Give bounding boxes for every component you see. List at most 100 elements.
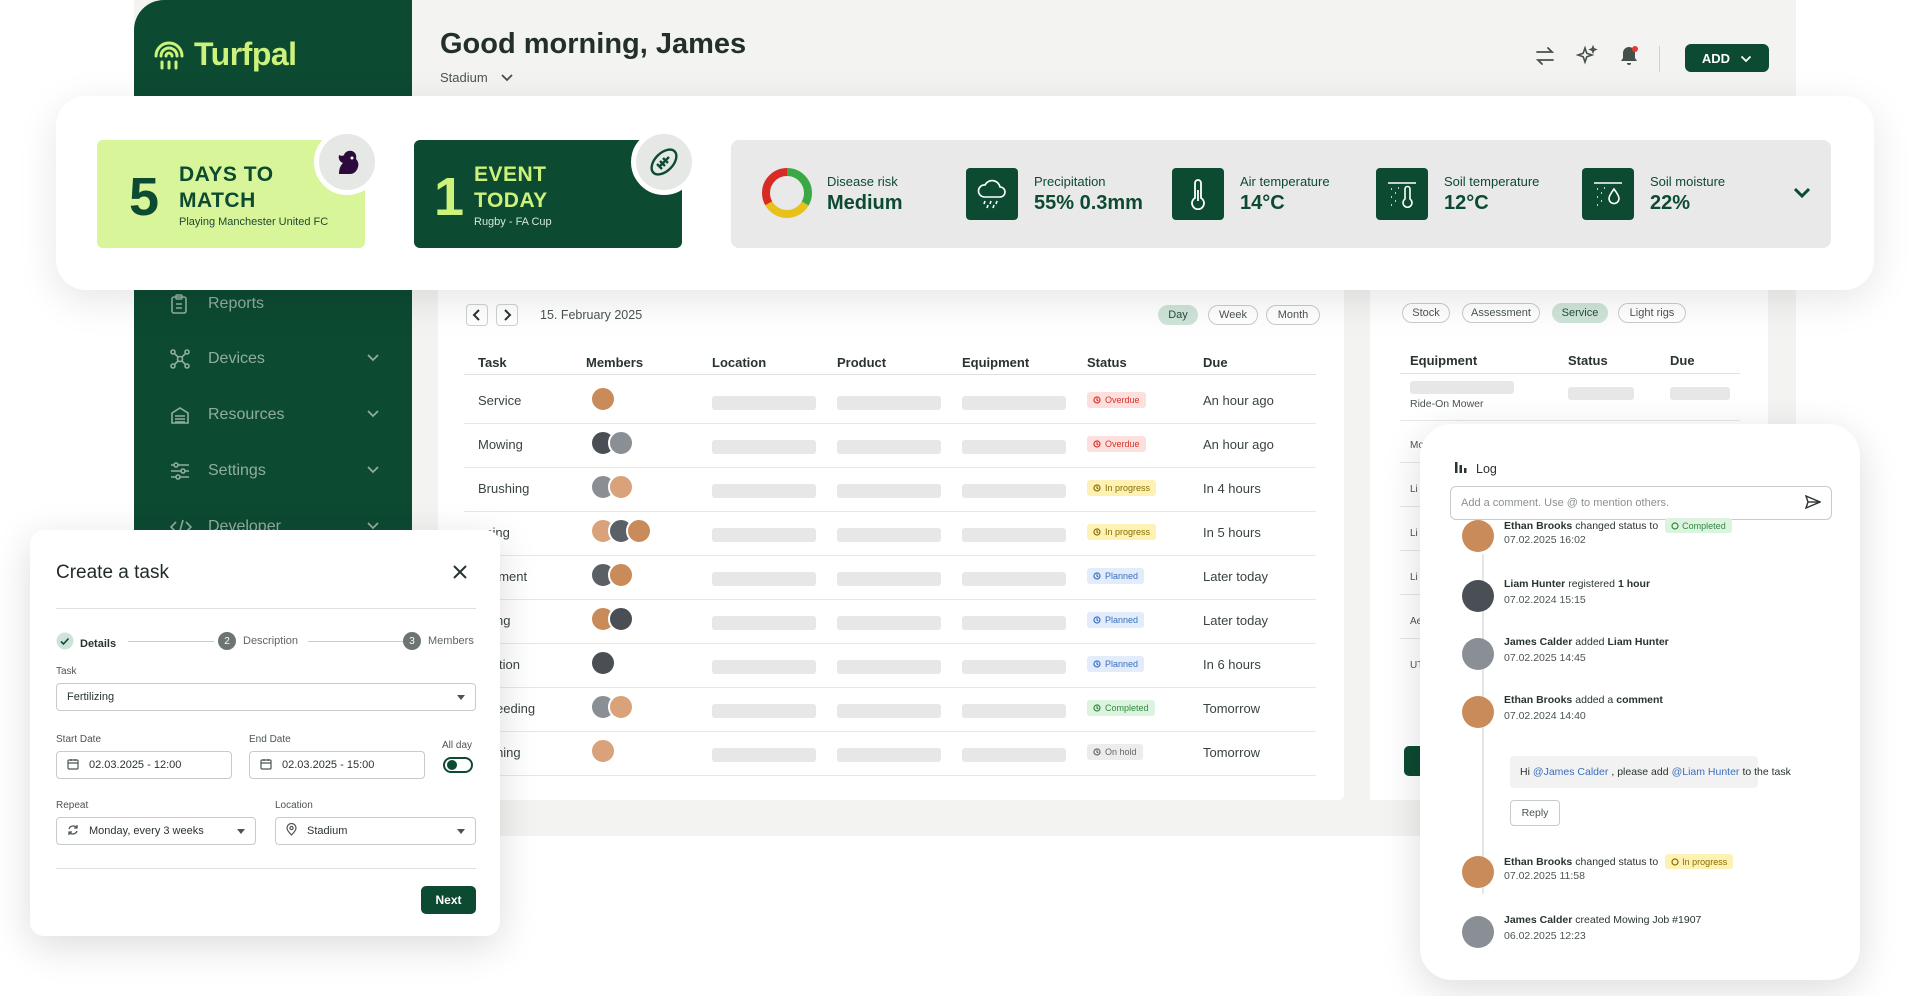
- avatar: [608, 430, 634, 456]
- create-task-modal: Create a task Details 2 Description 3 Me…: [30, 530, 500, 936]
- table-row[interactable]: ilizingPlannedLater today: [464, 598, 1316, 644]
- table-row[interactable]: Brushing In progress In 4 hours: [464, 466, 1316, 512]
- location-select[interactable]: Stadium: [275, 817, 476, 845]
- equipment-placeholder: [962, 484, 1066, 498]
- avatar: [1462, 520, 1494, 552]
- step-members[interactable]: 3 Members: [403, 632, 474, 650]
- view-day-button[interactable]: Day: [1158, 305, 1198, 325]
- log-entry-line: Ethan Brooks changed status to In progress: [1504, 854, 1734, 869]
- comment-text: Hi: [1520, 766, 1530, 778]
- column-header-members[interactable]: Members: [586, 355, 643, 370]
- sidebar-item-devices[interactable]: Devices: [170, 346, 380, 372]
- table-row[interactable]: essment Planned Later today: [464, 554, 1316, 600]
- all-day-toggle[interactable]: [443, 757, 473, 773]
- sidebar-item-label: Reports: [208, 295, 265, 312]
- log-action: changed status to: [1575, 855, 1659, 868]
- equipment-tab-assessment[interactable]: Assessment: [1462, 303, 1540, 323]
- next-day-button[interactable]: [496, 304, 518, 326]
- table-row[interactable]: pectionPlannedIn 6 hours: [464, 642, 1316, 688]
- status-icon: [1093, 440, 1101, 448]
- status-label: In progress: [1105, 483, 1151, 493]
- log-entry-line: Liam Hunter registered 1 hour: [1504, 578, 1650, 590]
- due-text: In 4 hours: [1203, 481, 1261, 496]
- notification-bell-icon[interactable]: [1617, 44, 1643, 70]
- comment-input[interactable]: Add a comment. Use @ to mention others.: [1450, 486, 1832, 520]
- status-icon: [1093, 616, 1101, 624]
- end-date-label: End Date: [249, 734, 291, 745]
- task-name: Service: [478, 393, 522, 408]
- weather-strip: Disease risk Medium Precipitation 55% 0.…: [731, 140, 1831, 248]
- product-placeholder: [837, 528, 941, 542]
- divider: [56, 608, 476, 609]
- equipment-tab-light-rigs[interactable]: Light rigs: [1618, 303, 1686, 323]
- view-month-button[interactable]: Month: [1266, 305, 1320, 325]
- column-header-equipment[interactable]: Equipment: [962, 355, 1029, 370]
- card-title-line2: TODAY: [474, 189, 548, 212]
- column-header-due[interactable]: Due: [1203, 355, 1228, 370]
- step-details[interactable]: Details: [56, 632, 116, 655]
- column-header-location[interactable]: Location: [712, 355, 766, 370]
- status-icon: [1093, 528, 1101, 536]
- table-row[interactable]: Service Overdue An hour ago: [464, 378, 1316, 424]
- sparkle-icon[interactable]: [1575, 44, 1601, 70]
- mention-link[interactable]: @Liam Hunter: [1672, 766, 1740, 778]
- status-icon: [1093, 484, 1101, 492]
- status-badge: In progress: [1087, 524, 1157, 540]
- reply-button[interactable]: Reply: [1510, 800, 1560, 826]
- task-name: Brushing: [478, 481, 530, 496]
- equipment-tab-stock[interactable]: Stock: [1402, 303, 1450, 323]
- mention-link[interactable]: @James Calder: [1533, 766, 1608, 778]
- column-header-status[interactable]: Status: [1087, 355, 1127, 370]
- step-description[interactable]: 2 Description: [218, 632, 298, 650]
- previous-day-button[interactable]: [466, 304, 488, 326]
- placeholder-bar: [1410, 381, 1514, 394]
- task-select[interactable]: Fertilizing: [56, 683, 476, 711]
- divider: [56, 868, 476, 869]
- status-label: Overdue: [1105, 439, 1140, 449]
- repeat-select[interactable]: Monday, every 3 weeks: [56, 817, 256, 845]
- user-name: Ethan Brooks: [1504, 694, 1573, 706]
- weather-value: 14°C: [1240, 192, 1285, 214]
- sidebar-item-label: Devices: [208, 350, 265, 367]
- sidebar-item-resources[interactable]: Resources: [170, 402, 380, 428]
- due-text: Tomorrow: [1203, 745, 1261, 760]
- thermometer-icon: [1172, 168, 1224, 220]
- next-button[interactable]: Next: [421, 886, 476, 914]
- table-row[interactable]: erseeding Completed Tomorrow: [464, 686, 1316, 732]
- start-date-input[interactable]: 02.03.2025 - 12:00: [56, 751, 232, 779]
- equipment-placeholder: [962, 396, 1066, 410]
- app-logo[interactable]: Turfpal: [152, 36, 297, 73]
- equipment-placeholder: [962, 440, 1066, 454]
- log-date: 07.02.2025 16:02: [1504, 534, 1586, 546]
- product-placeholder: [837, 660, 941, 674]
- switch-icon[interactable]: [1533, 44, 1559, 70]
- equipment-column-due[interactable]: Due: [1670, 353, 1695, 368]
- start-date-label: Start Date: [56, 734, 102, 745]
- expand-weather-chevron-icon[interactable]: [1793, 186, 1811, 204]
- equipment-column-status[interactable]: Status: [1568, 353, 1608, 368]
- venue-selector[interactable]: Stadium: [440, 70, 514, 85]
- status-badge: Planned: [1087, 656, 1145, 672]
- modal-title: Create a task: [56, 562, 169, 583]
- table-row[interactable]: uumingOn holdTomorrow: [464, 730, 1316, 776]
- equipment-column-equipment[interactable]: Equipment: [1410, 353, 1477, 368]
- check-circle-icon: [56, 632, 74, 655]
- add-button[interactable]: ADD: [1685, 44, 1769, 72]
- end-date-input[interactable]: 02.03.2025 - 15:00: [249, 751, 425, 779]
- card-title-line1: EVENT: [474, 163, 547, 186]
- premier-league-lion-icon: [314, 129, 380, 195]
- sidebar-item-settings[interactable]: Settings: [170, 458, 380, 484]
- step-connector: [128, 641, 214, 642]
- close-icon[interactable]: [452, 564, 468, 585]
- column-header-product[interactable]: Product: [837, 355, 886, 370]
- table-row[interactable]: aningIn progressIn 5 hours: [464, 510, 1316, 556]
- start-date-value: 02.03.2025 - 12:00: [89, 759, 182, 771]
- table-row[interactable]: Mowing Overdue An hour ago: [464, 422, 1316, 468]
- sidebar-item-reports[interactable]: Reports: [170, 291, 380, 317]
- precipitation-block: Precipitation 55% 0.3mm: [1034, 174, 1143, 215]
- equipment-tab-service[interactable]: Service: [1552, 303, 1608, 323]
- view-week-button[interactable]: Week: [1208, 305, 1258, 325]
- column-header-task[interactable]: Task: [478, 355, 507, 370]
- send-icon[interactable]: [1804, 494, 1822, 512]
- location-placeholder: [712, 616, 816, 630]
